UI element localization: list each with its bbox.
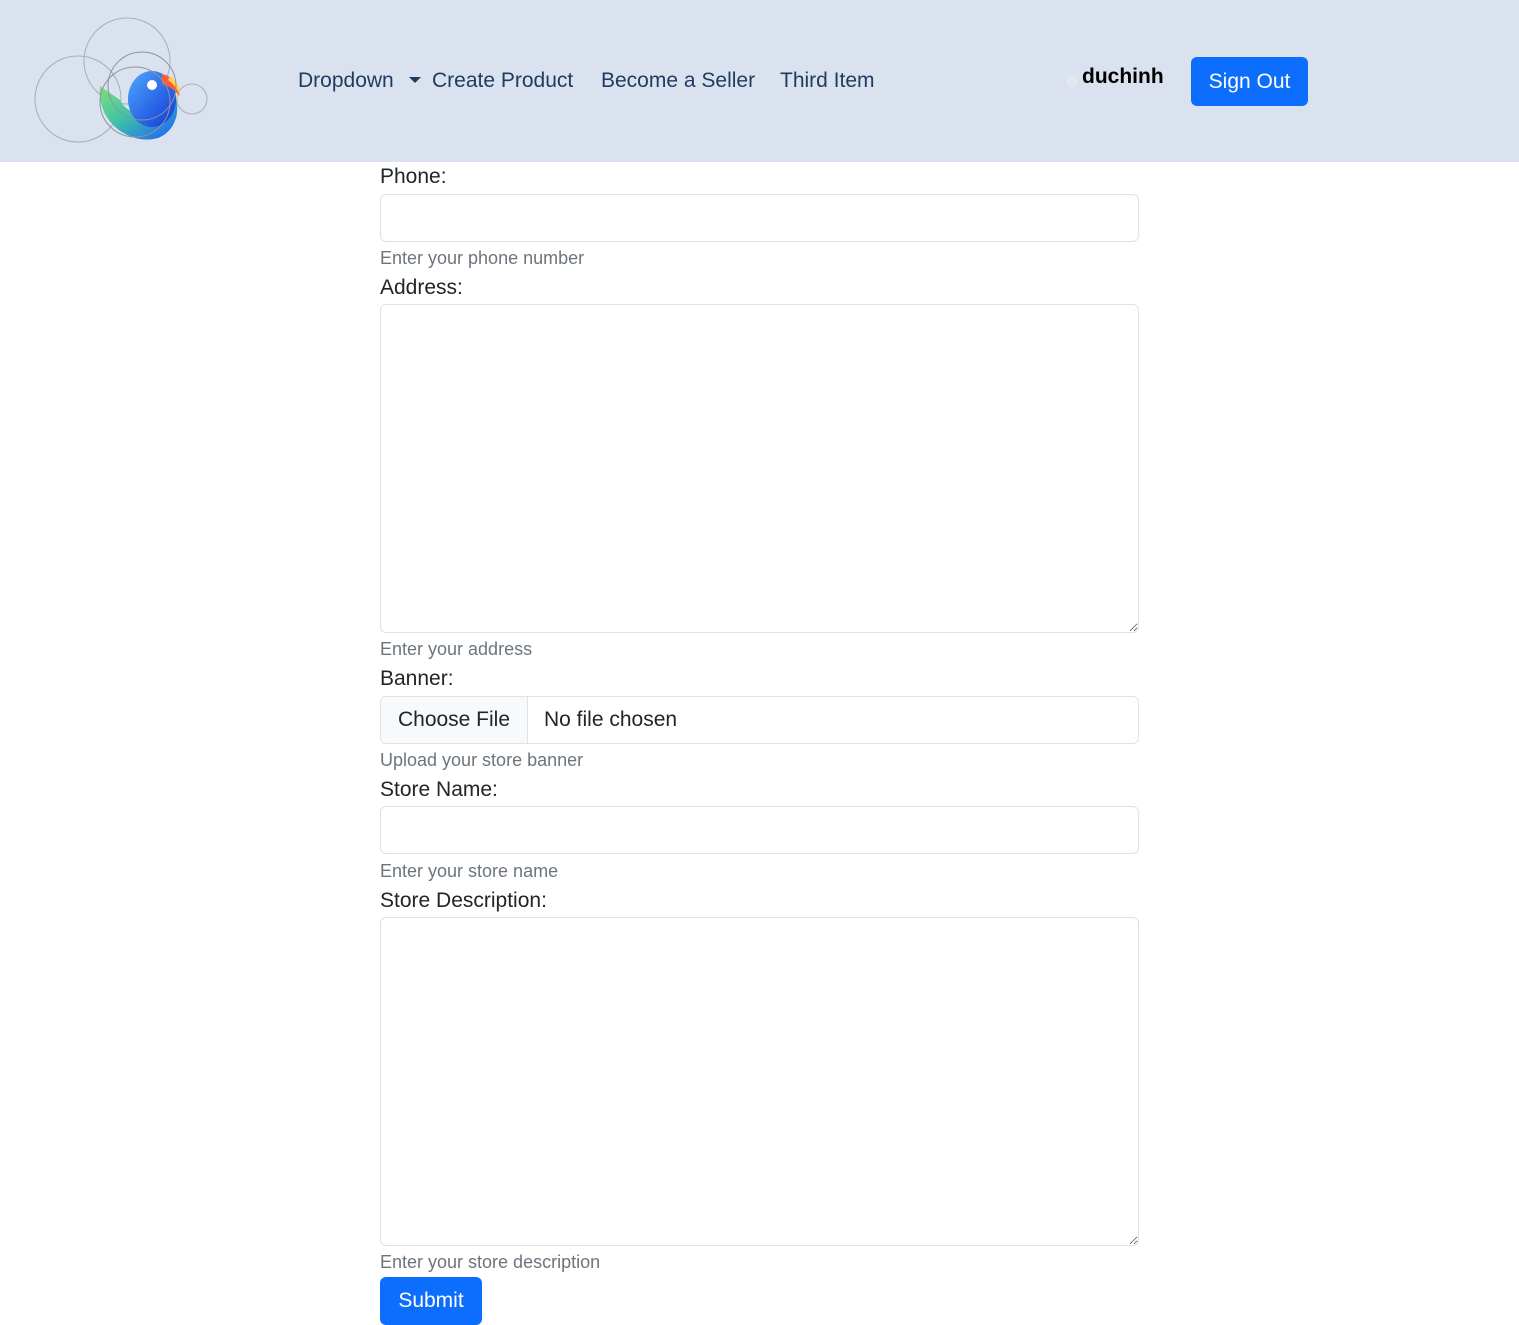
phone-help-text: Enter your phone number [380, 248, 585, 268]
store-description-help-text: Enter your store description [380, 1252, 601, 1272]
navbar: Dropdown Create Product Become a Seller … [0, 0, 1519, 162]
address-label: Address: [380, 276, 463, 299]
store-name-label: Store Name: [380, 778, 498, 801]
banner-help-text: Upload your store banner [380, 750, 584, 770]
avatar [1066, 75, 1078, 87]
address-textarea[interactable] [380, 304, 1139, 633]
nav-dropdown[interactable]: Dropdown [298, 66, 394, 96]
phone-input[interactable] [380, 194, 1139, 242]
file-status-text: No file chosen [544, 708, 678, 731]
banner-label: Banner: [380, 667, 454, 690]
store-name-input[interactable] [380, 806, 1139, 854]
submit-button[interactable]: Submit [380, 1277, 482, 1325]
username: duchinh [1082, 65, 1164, 88]
colorful-bird-logo-icon[interactable] [30, 14, 214, 148]
nav-become-a-seller[interactable]: Become a Seller [601, 66, 755, 96]
store-name-help-text: Enter your store name [380, 861, 559, 881]
store-description-textarea[interactable] [380, 917, 1139, 1246]
phone-label: Phone: [380, 165, 447, 188]
chevron-down-icon[interactable] [409, 77, 421, 83]
choose-file-button[interactable]: Choose File [381, 697, 528, 743]
nav-create-product[interactable]: Create Product [432, 66, 573, 96]
nav-third-item[interactable]: Third Item [780, 66, 875, 96]
sign-out-button[interactable]: Sign Out [1191, 57, 1308, 106]
store-description-label: Store Description: [380, 889, 547, 912]
banner-file-input[interactable]: Choose File No file chosen [380, 696, 1139, 744]
address-help-text: Enter your address [380, 639, 533, 659]
